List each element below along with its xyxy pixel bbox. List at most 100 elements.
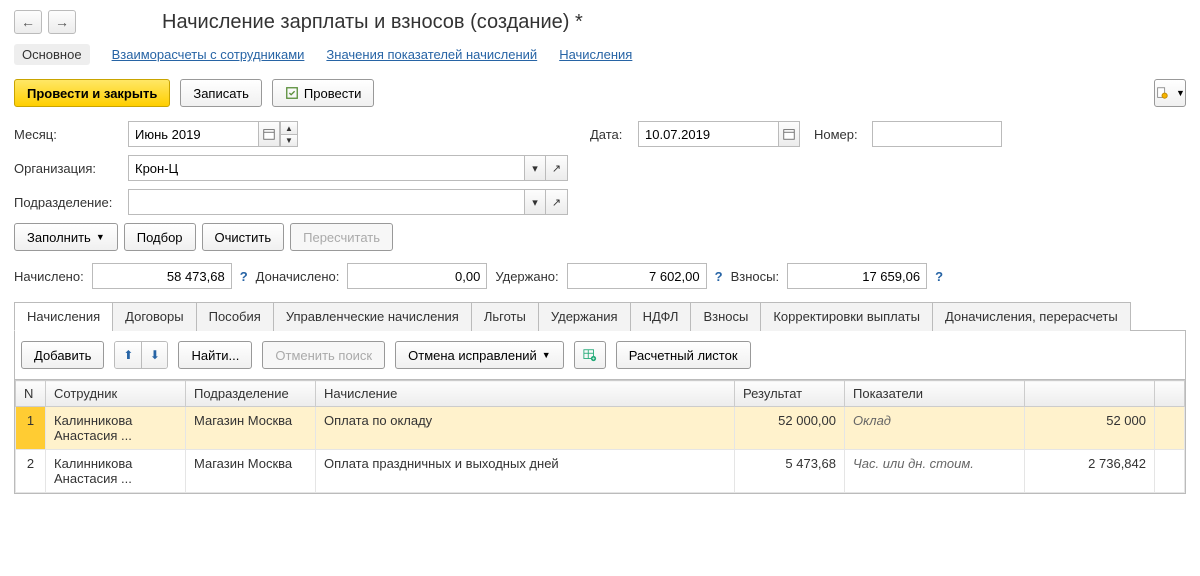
find-button[interactable]: Найти... [178,341,252,369]
cell-extra [1155,450,1185,493]
table-row[interactable]: 2Калинникова Анастасия ...Магазин Москва… [16,450,1185,493]
add-accrued-label: Доначислено: [256,269,340,284]
accruals-grid: N Сотрудник Подразделение Начисление Рез… [14,380,1186,494]
fill-button[interactable]: Заполнить ▼ [14,223,118,251]
cell-indicator-name: Час. или дн. стоим. [845,450,1025,493]
org-input[interactable] [128,155,524,181]
data-tab-accruals[interactable]: Начисления [14,302,113,331]
cell-indicator-value: 52 000 [1025,407,1155,450]
col-indicator-value[interactable] [1025,381,1155,407]
data-tab-benefits[interactable]: Пособия [196,302,274,331]
month-down-button[interactable]: ▼ [280,134,298,147]
reports-menu-button[interactable]: ▼ [1154,79,1186,107]
cancel-fix-button[interactable]: Отмена исправлений ▼ [395,341,564,369]
withheld-help-icon[interactable]: ? [715,269,723,284]
fill-button-label: Заполнить [27,230,91,245]
arrow-down-icon: ⬇ [150,348,160,362]
cancel-fix-label: Отмена исправлений [408,348,537,363]
add-row-button[interactable]: Добавить [21,341,104,369]
grid-add-icon: + [583,348,597,362]
data-tab-recalcs[interactable]: Доначисления, перерасчеты [932,302,1131,331]
withheld-label: Удержано: [495,269,558,284]
withheld-value[interactable] [567,263,707,289]
post-button-label: Провести [304,86,362,101]
cell-n: 2 [16,450,46,493]
calendar-icon [262,127,276,141]
month-up-button[interactable]: ▲ [280,121,298,134]
nav-forward-button[interactable]: → [48,10,76,34]
data-tab-contracts[interactable]: Договоры [112,302,196,331]
clear-button[interactable]: Очистить [202,223,285,251]
col-employee[interactable]: Сотрудник [46,381,186,407]
tab-settlements[interactable]: Взаиморасчеты с сотрудниками [112,47,305,62]
contrib-label: Взносы: [731,269,780,284]
org-open-button[interactable]: ↗ [546,155,568,181]
open-ref-icon: ↗ [552,162,561,175]
month-label: Месяц: [14,127,122,142]
select-button[interactable]: Подбор [124,223,196,251]
tab-indicators[interactable]: Значения показателей начислений [326,47,537,62]
recalc-button: Пересчитать [290,223,393,251]
chevron-down-icon: ▼ [542,350,551,360]
cell-n: 1 [16,407,46,450]
cell-accrual: Оплата праздничных и выходных дней [316,450,735,493]
dept-label: Подразделение: [14,195,122,210]
chevron-down-icon: ▾ [532,196,538,209]
cell-accrual: Оплата по окладу [316,407,735,450]
page-title: Начисление зарплаты и взносов (создание)… [162,11,583,34]
svg-text:+: + [592,356,595,362]
dept-open-button[interactable]: ↗ [546,189,568,215]
data-tab-contributions[interactable]: Взносы [690,302,761,331]
contrib-help-icon[interactable]: ? [935,269,943,284]
month-input[interactable] [128,121,258,147]
table-row[interactable]: 1Калинникова Анастасия ...Магазин Москва… [16,407,1185,450]
chevron-down-icon: ▼ [1176,88,1185,98]
org-dropdown-button[interactable]: ▾ [524,155,546,181]
cell-indicator-value: 2 736,842 [1025,450,1155,493]
calendar-icon [782,127,796,141]
data-tab-corrections[interactable]: Корректировки выплаты [760,302,933,331]
org-label: Организация: [14,161,122,176]
col-result[interactable]: Результат [735,381,845,407]
open-ref-icon: ↗ [552,196,561,209]
accrued-value[interactable] [92,263,232,289]
col-accrual[interactable]: Начисление [316,381,735,407]
month-calendar-button[interactable] [258,121,280,147]
tab-main[interactable]: Основное [14,44,90,65]
payslip-button[interactable]: Расчетный листок [616,341,751,369]
col-indicators[interactable]: Показатели [845,381,1025,407]
date-calendar-button[interactable] [778,121,800,147]
number-input[interactable] [872,121,1002,147]
add-accrued-value[interactable] [347,263,487,289]
post-icon [285,86,299,100]
dept-input[interactable] [128,189,524,215]
cell-result: 52 000,00 [735,407,845,450]
col-dept[interactable]: Подразделение [186,381,316,407]
save-button[interactable]: Записать [180,79,262,107]
data-tab-ndfl[interactable]: НДФЛ [630,302,692,331]
col-n[interactable]: N [16,381,46,407]
date-input[interactable] [638,121,778,147]
tab-accruals[interactable]: Начисления [559,47,632,62]
data-tab-privileges[interactable]: Льготы [471,302,539,331]
contrib-value[interactable] [787,263,927,289]
view-mode-button[interactable]: + [574,341,606,369]
col-extra[interactable] [1155,381,1185,407]
move-down-button[interactable]: ⬇ [141,342,167,368]
document-icon [1155,86,1169,100]
dept-dropdown-button[interactable]: ▾ [524,189,546,215]
accrued-help-icon[interactable]: ? [240,269,248,284]
number-label: Номер: [814,127,866,142]
cell-dept: Магазин Москва [186,450,316,493]
cell-result: 5 473,68 [735,450,845,493]
post-button[interactable]: Провести [272,79,375,107]
data-tab-mgmt[interactable]: Управленческие начисления [273,302,472,331]
accrued-label: Начислено: [14,269,84,284]
nav-back-button[interactable]: ← [14,10,42,34]
move-up-button[interactable]: ⬆ [115,342,141,368]
data-tab-deductions[interactable]: Удержания [538,302,631,331]
arrow-up-icon: ⬆ [123,348,133,362]
cell-employee: Калинникова Анастасия ... [46,450,186,493]
cell-dept: Магазин Москва [186,407,316,450]
post-and-close-button[interactable]: Провести и закрыть [14,79,170,107]
